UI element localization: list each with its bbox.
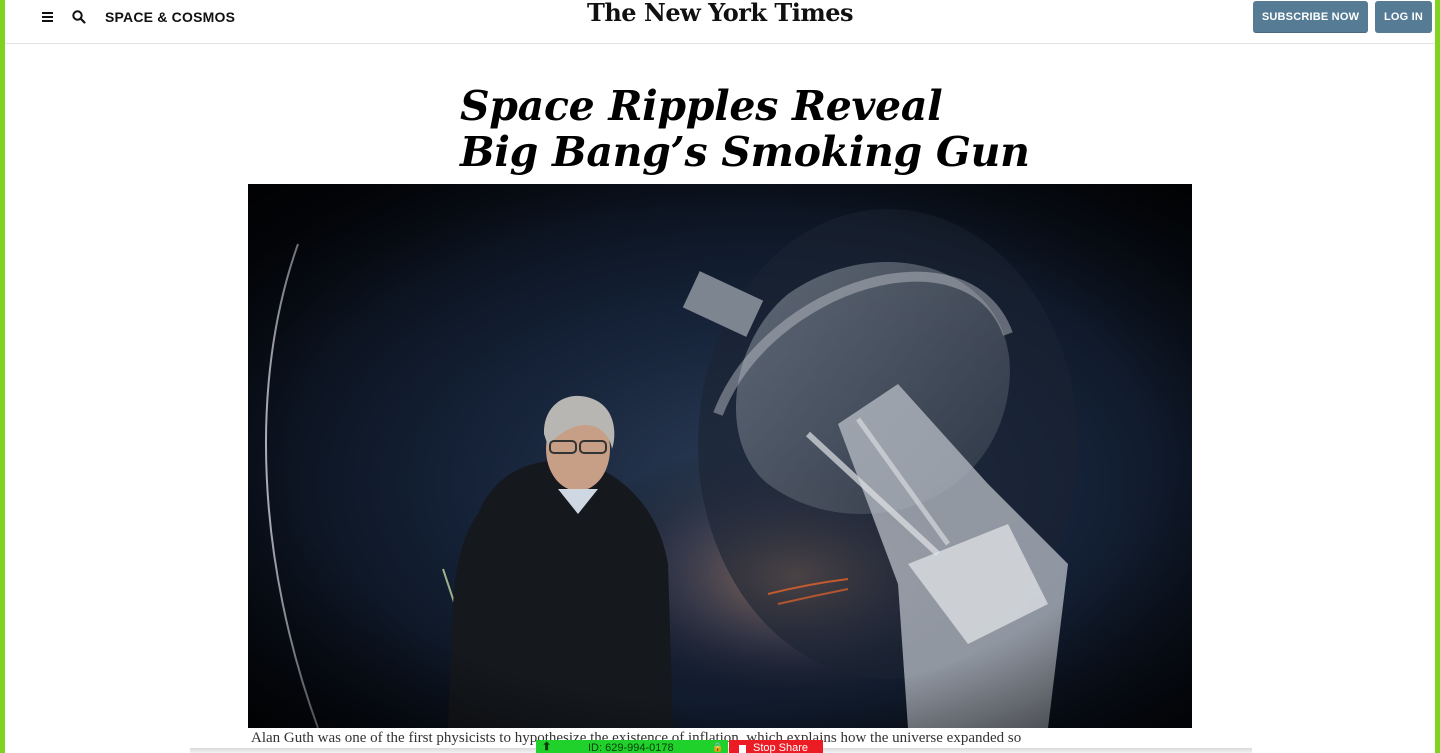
- lock-icon: 🔒: [712, 742, 724, 752]
- screen-share-border-right: [1435, 0, 1440, 753]
- hero-image: [248, 184, 1192, 728]
- arrow-up-icon: ⬆: [542, 741, 552, 753]
- hero-photo: [248, 184, 1192, 728]
- nyt-logo[interactable]: The New York Times: [5, 0, 1435, 27]
- stop-square-icon: [739, 745, 746, 753]
- login-button[interactable]: LOG IN: [1375, 1, 1432, 33]
- screen-share-status-bar: ⬆ ID: 629-994-0178 🔒: [536, 740, 728, 753]
- stop-share-label: Stop Share: [753, 742, 809, 753]
- article-headline: Space Ripples Reveal Big Bang’s Smoking …: [460, 83, 1100, 175]
- screen-share-border-left: [0, 0, 5, 753]
- share-session-id: ID: 629-994-0178: [588, 742, 674, 753]
- headline-line-2: Big Bang’s Smoking Gun: [460, 128, 1030, 176]
- subscribe-button[interactable]: SUBSCRIBE NOW: [1253, 1, 1368, 33]
- site-header: SPACE & COSMOS The New York Times SUBSCR…: [5, 0, 1435, 44]
- stop-share-button[interactable]: Stop Share: [729, 740, 823, 753]
- headline-line-1: Space Ripples Reveal: [460, 82, 943, 130]
